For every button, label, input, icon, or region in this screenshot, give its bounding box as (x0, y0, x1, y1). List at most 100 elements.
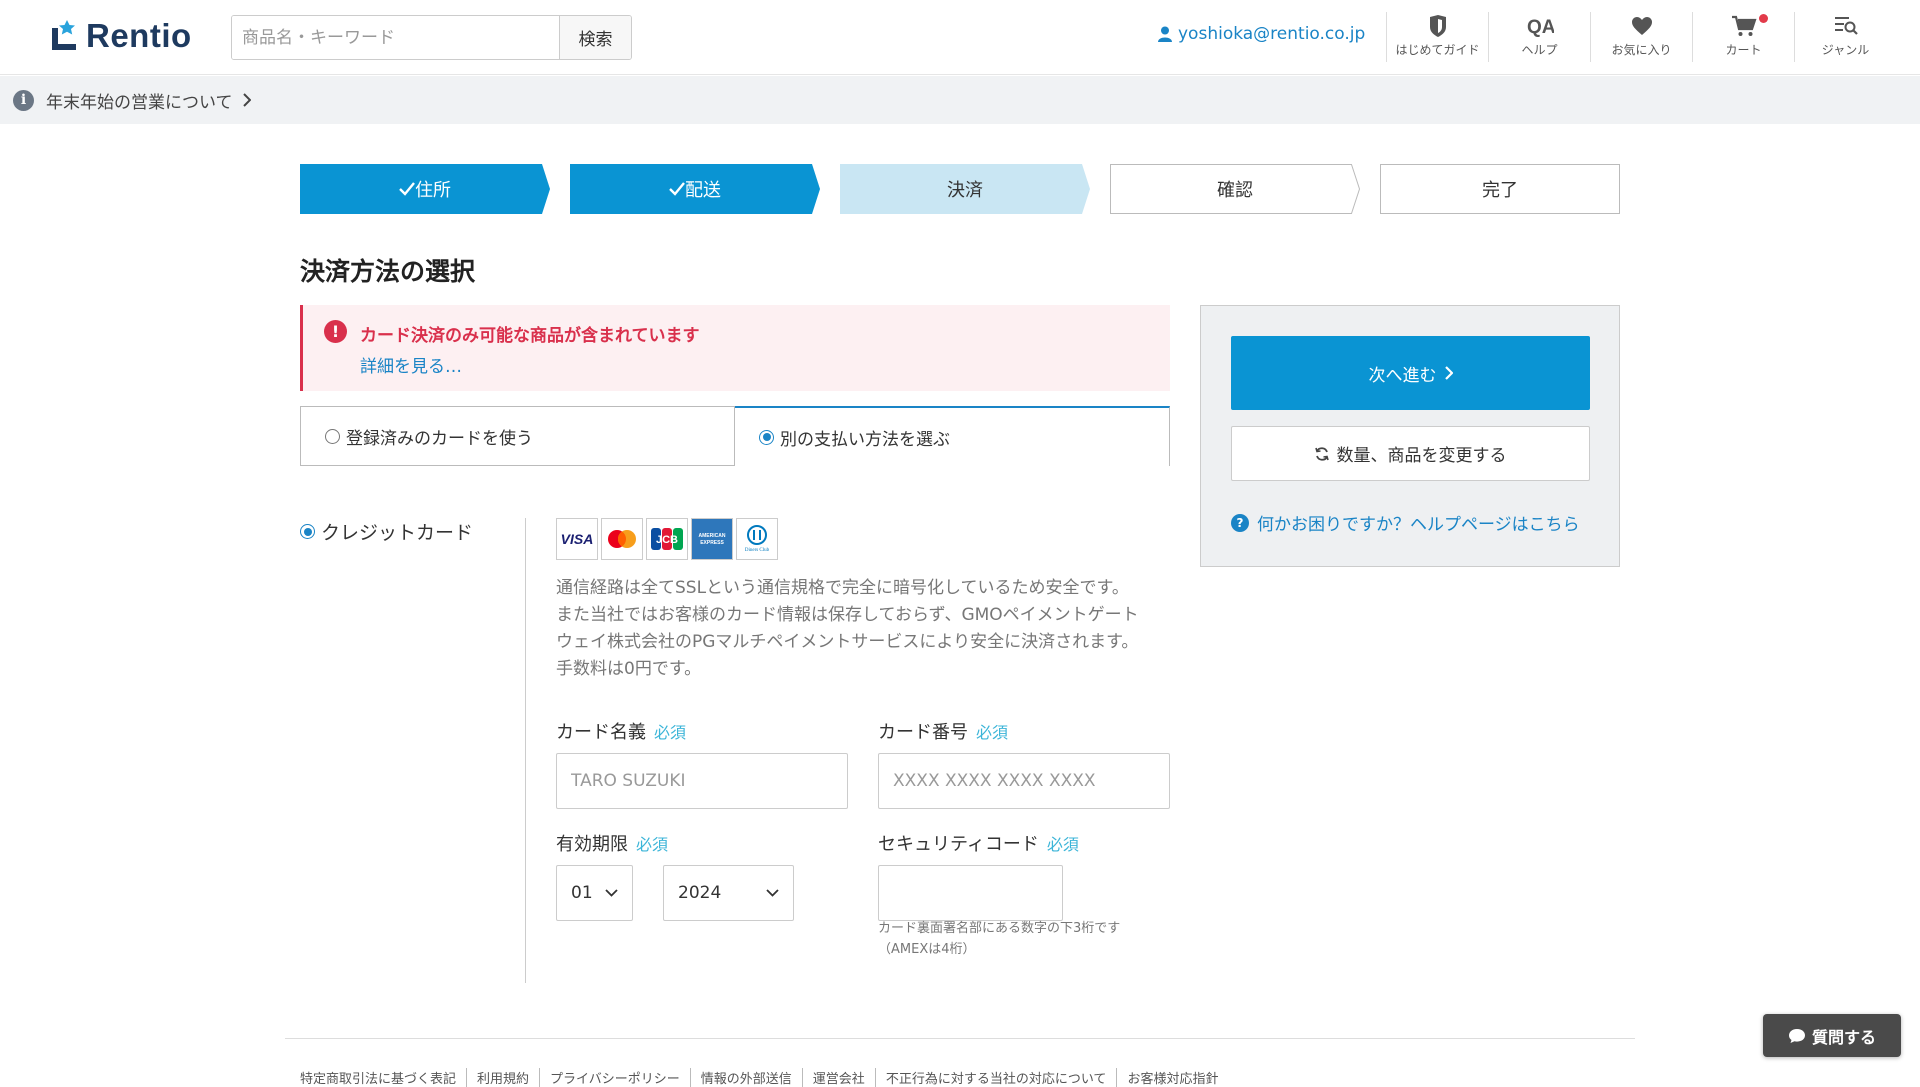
next-button[interactable]: 次へ進む (1231, 336, 1590, 410)
nav-genre[interactable]: ジャンル (1794, 12, 1896, 62)
cart-badge (1759, 14, 1768, 23)
checkout-steps: 住所 配送 決済 確認 完了 (300, 164, 1620, 214)
step-payment: 決済 (840, 164, 1090, 214)
nav-help-label: ヘルプ (1521, 43, 1558, 57)
footer-link[interactable]: プライバシーポリシー (540, 1068, 691, 1087)
exclamation-icon: ! (324, 320, 347, 343)
card-number-label: カード番号 必須 (878, 718, 1008, 744)
notice-bar[interactable]: i 年末年始の営業について (0, 76, 1920, 124)
alert-title: カード決済のみ可能な商品が含まれています (360, 326, 700, 346)
next-button-label: 次へ進む (1368, 365, 1437, 386)
page-title: 決済方法の選択 (300, 257, 476, 286)
footer-links: 特定商取引法に基づく表記 利用規約 プライバシーポリシー 情報の外部送信 運営会… (300, 1068, 1228, 1087)
expiry-label-text: 有効期限 (556, 834, 628, 855)
svg-text:QA: QA (1527, 17, 1554, 38)
card-name-label: カード名義 必須 (556, 718, 686, 744)
hint-line: （AMEXは4桁） (878, 942, 976, 957)
description-line: 通信経路は全てSSLという通信規格で完全に暗号化しているため安全です。 (556, 578, 1129, 598)
security-code-input[interactable] (893, 883, 1062, 903)
expiry-year-select[interactable]: 2024 (663, 865, 794, 921)
security-code-label: セキュリティコード 必須 (878, 830, 1079, 856)
header-nav: はじめてガイド QA ヘルプ お気に入り カート ジャンル (1386, 12, 1896, 62)
chevron-down-icon (766, 889, 779, 897)
search-button[interactable]: 検索 (559, 16, 631, 59)
footer-link[interactable]: 利用規約 (467, 1068, 541, 1087)
required-badge: 必須 (1046, 835, 1079, 854)
required-badge: 必須 (654, 723, 687, 742)
nav-guide-label: はじめてガイド (1395, 43, 1480, 57)
divider (525, 518, 526, 983)
step-address: 住所 (300, 164, 550, 214)
security-description: 通信経路は全てSSLという通信規格で完全に暗号化しているため安全です。 また当社… (556, 575, 1176, 683)
ask-question-button[interactable]: 質問する (1763, 1014, 1901, 1057)
change-items-button[interactable]: 数量、商品を変更する (1231, 426, 1590, 481)
logo-house-icon (48, 18, 82, 54)
footer-link[interactable]: お客様対応指針 (1117, 1068, 1228, 1087)
error-alert: ! カード決済のみ可能な商品が含まれています 詳細を見る… (300, 305, 1170, 391)
order-sidebar: 次へ進む 数量、商品を変更する ? 何かお困りですか？ヘルプページはこちら (1200, 305, 1620, 567)
refresh-icon (1314, 446, 1329, 461)
svg-text:Diners Club: Diners Club (745, 548, 770, 553)
footer-link[interactable]: 特定商取引法に基づく表記 (300, 1068, 468, 1087)
nav-help[interactable]: QA ヘルプ (1488, 12, 1590, 62)
security-code-label-text: セキュリティコード (878, 834, 1039, 855)
search-input[interactable] (232, 16, 559, 59)
footer-link[interactable]: 情報の外部送信 (691, 1068, 803, 1087)
alert-details-link[interactable]: 詳細を見る… (360, 352, 462, 377)
footer-link[interactable]: 運営会社 (803, 1068, 876, 1087)
svg-text:EXPRESS: EXPRESS (700, 540, 724, 546)
help-page-link[interactable]: ? 何かお困りですか？ヘルプページはこちら (1231, 510, 1580, 535)
required-badge: 必須 (976, 723, 1009, 742)
footer-divider (285, 1038, 1635, 1039)
visa-logo: VISA (556, 518, 598, 560)
user-email: yoshioka@rentio.co.jp (1178, 24, 1366, 44)
step-confirm-label: 確認 (1217, 180, 1253, 201)
nav-favorites-label: お気に入り (1611, 43, 1672, 57)
footer-link[interactable]: 不正行為に対する当社の対応について (876, 1068, 1118, 1087)
help-page-link-label: 何かお困りですか？ヘルプページはこちら (1257, 515, 1580, 535)
diners-club-logo: Diners Club (736, 518, 778, 560)
qa-icon: QA (1527, 17, 1554, 38)
mastercard-logo (601, 518, 643, 560)
genre-list-icon (1834, 17, 1858, 35)
tab-saved-card[interactable]: 登録済みのカードを使う (300, 406, 735, 466)
ask-question-label: 質問する (1811, 1027, 1876, 1047)
radio-other-method[interactable] (759, 429, 774, 445)
expiry-label: 有効期限 必須 (556, 830, 668, 856)
security-code-field (878, 865, 1063, 921)
amex-logo: AMERICAN EXPRESS (691, 518, 733, 560)
check-icon (399, 182, 415, 196)
expiry-month-value: 01 (571, 883, 593, 903)
nav-guide[interactable]: はじめてガイド (1386, 12, 1488, 62)
step-delivery: 配送 (570, 164, 820, 214)
tab-saved-card-label: 登録済みのカードを使う (346, 428, 533, 449)
svg-text:VISA: VISA (561, 531, 594, 547)
info-icon: i (13, 89, 34, 111)
card-name-label-text: カード名義 (556, 722, 646, 743)
tab-other-method-label: 別の支払い方法を選ぶ (780, 429, 950, 450)
method-credit-card-label: クレジットカード (321, 522, 474, 544)
card-name-input[interactable] (571, 771, 847, 791)
notice-text: 年末年始の営業について (46, 92, 233, 113)
step-confirm: 確認 (1110, 164, 1360, 214)
card-name-field (556, 753, 848, 809)
radio-credit-card[interactable] (300, 524, 315, 539)
nav-favorites[interactable]: お気に入り (1590, 12, 1692, 62)
user-account-link[interactable]: yoshioka@rentio.co.jp (1158, 24, 1365, 44)
card-number-label-text: カード番号 (878, 722, 968, 743)
security-code-hint: カード裏面署名部にある数字の下3桁です （AMEXは4桁） (878, 918, 1120, 960)
radio-saved-card[interactable] (325, 428, 340, 444)
nav-cart[interactable]: カート (1692, 12, 1794, 62)
tab-other-method[interactable]: 別の支払い方法を選ぶ (735, 406, 1170, 466)
step-complete: 完了 (1380, 164, 1620, 214)
expiry-year-value: 2024 (678, 883, 722, 903)
card-number-field (878, 753, 1170, 809)
expiry-month-select[interactable]: 01 (556, 865, 633, 921)
chevron-right-icon (242, 93, 251, 107)
step-payment-label: 決済 (947, 180, 983, 201)
logo[interactable]: Rentio (48, 16, 192, 56)
logo-text: Rentio (86, 17, 192, 54)
description-line: 手数料は0円です。 (556, 659, 702, 679)
method-credit-card[interactable]: クレジットカード (300, 518, 473, 545)
card-number-input[interactable] (893, 771, 1169, 791)
